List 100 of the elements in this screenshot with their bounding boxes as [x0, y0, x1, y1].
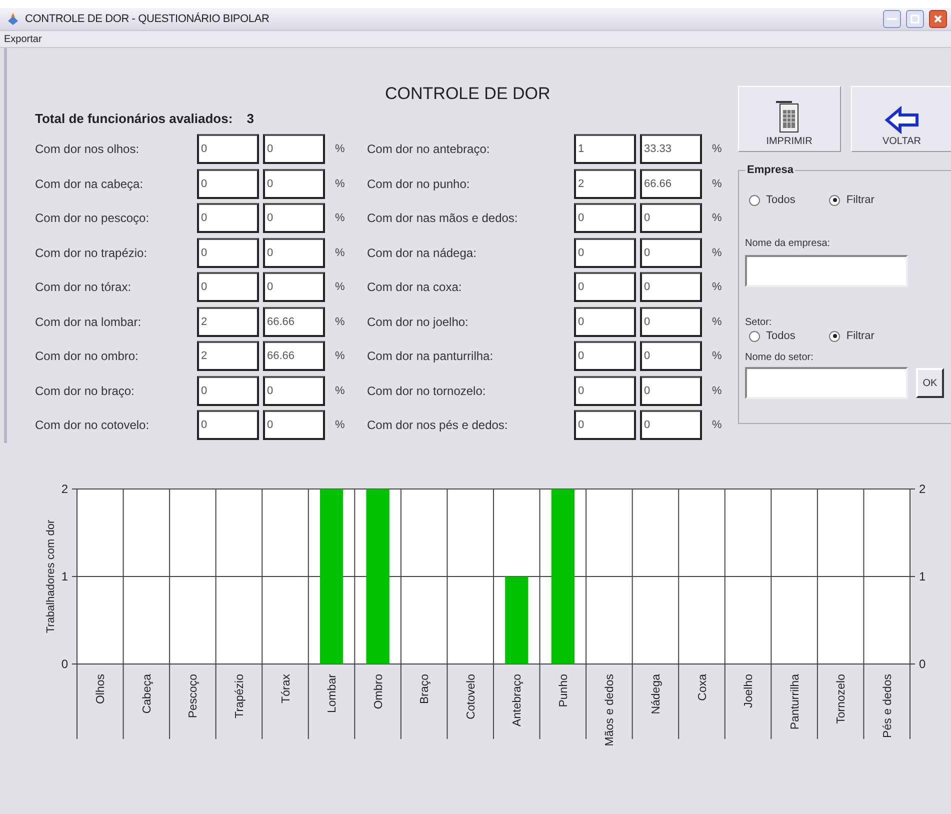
axis-label: Coxa [696, 674, 709, 700]
count-field[interactable]: 2 [574, 168, 636, 199]
percent-field[interactable]: 0 [640, 238, 702, 268]
percent-field[interactable]: 0 [640, 410, 702, 440]
count-field[interactable]: 0 [197, 134, 259, 164]
percent-sign: % [335, 178, 346, 190]
field-label: Com dor no trapézio: [35, 246, 148, 260]
field-label: Nome da empresa: [745, 238, 832, 249]
count-field[interactable]: 0 [197, 376, 259, 406]
tick-label: 1 [61, 569, 68, 583]
percent-field[interactable]: 66.66 [263, 341, 325, 372]
count-field[interactable]: 0 [574, 376, 636, 406]
percent-field[interactable]: 0 [263, 272, 325, 302]
arrow-left-icon [884, 106, 920, 134]
count-field[interactable]: 0 [197, 272, 259, 302]
axis-label: Lombar [326, 674, 339, 712]
radio-button[interactable] [749, 194, 760, 206]
page-heading: CONTROLE DE DOR [385, 84, 550, 104]
percent-sign: % [335, 419, 346, 432]
count-field[interactable]: 0 [574, 203, 636, 234]
close-button[interactable] [929, 10, 947, 28]
percent-sign: % [335, 316, 346, 328]
percent-field[interactable]: 33.33 [640, 134, 702, 164]
percent-field[interactable]: 0 [640, 376, 702, 406]
field-label: Com dor no cotovelo: [35, 418, 150, 432]
count-field[interactable]: 0 [574, 238, 636, 268]
radio-label: Filtrar [846, 194, 874, 206]
minimize-icon [887, 18, 897, 20]
field-label: Com dor no braço: [35, 384, 136, 398]
radio-button[interactable] [829, 194, 840, 206]
percent-field[interactable]: 0 [263, 410, 325, 440]
total-label: Total de funcionários avaliados: [35, 111, 233, 126]
section-label: Setor: [745, 317, 773, 328]
count-field[interactable]: 0 [197, 203, 259, 234]
total-value: 3 [246, 111, 254, 126]
axis-label: Braço [419, 674, 432, 704]
percent-field[interactable]: 0 [263, 203, 325, 234]
count-field[interactable]: 2 [197, 341, 259, 372]
radio-button[interactable] [829, 330, 840, 342]
sector-name-field[interactable] [745, 367, 908, 399]
axis-label: Antebraço [512, 674, 524, 726]
tick-label: 0 [61, 656, 68, 670]
close-icon [933, 14, 943, 24]
field-label: Com dor no pescoço: [35, 211, 150, 226]
percent-field[interactable]: 0 [263, 168, 325, 199]
percent-field[interactable]: 0 [263, 238, 325, 268]
count-field[interactable]: 0 [574, 272, 636, 302]
field-label: Com dor no antebraço: [367, 142, 491, 156]
radio-button[interactable] [749, 330, 760, 342]
percent-sign: % [712, 384, 723, 397]
tick-label: 2 [919, 482, 926, 496]
percent-sign: % [335, 246, 346, 259]
percent-sign: % [712, 246, 723, 259]
count-field[interactable]: 0 [574, 341, 636, 372]
maximize-button[interactable] [906, 10, 924, 28]
percent-field[interactable]: 0 [640, 203, 702, 234]
percent-field[interactable]: 0 [263, 134, 325, 164]
print-button[interactable]: IMPRIMIR [738, 86, 840, 152]
count-field[interactable]: 0 [574, 306, 636, 337]
company-name-field[interactable] [745, 255, 908, 287]
menu-item[interactable]: Exportar [4, 34, 42, 44]
field-label: Com dor no tórax: [35, 280, 132, 294]
count-field[interactable]: 2 [197, 306, 259, 337]
field-label: Com dor na panturrilha: [367, 349, 494, 364]
axis-label: Ombro [372, 674, 385, 709]
percent-sign: % [712, 143, 723, 156]
back-button[interactable]: VOLTAR [850, 86, 951, 152]
percent-sign: % [712, 281, 723, 294]
field-label: Nome do setor: [745, 352, 814, 363]
percent-sign: % [712, 178, 723, 190]
tick-label: 1 [919, 569, 926, 583]
percent-field[interactable]: 0 [640, 341, 702, 372]
percent-field[interactable]: 66.66 [263, 306, 325, 337]
field-label: Com dor na nádega: [367, 246, 478, 260]
tick-label: 2 [61, 482, 68, 496]
axis-label: Trapézio [234, 674, 246, 718]
ok-button[interactable]: OK [916, 368, 944, 398]
maximize-icon [910, 14, 920, 24]
axis-label: Punho [558, 674, 570, 707]
percent-sign: % [712, 316, 723, 328]
axis-label: Panturrilha [789, 674, 802, 730]
radio-label: Todos [766, 194, 796, 206]
count-field[interactable]: 0 [197, 410, 259, 440]
percent-sign: % [712, 419, 723, 432]
group-title: Empresa [746, 164, 794, 176]
count-field[interactable]: 1 [574, 134, 636, 164]
count-field[interactable]: 0 [197, 238, 259, 268]
field-label: Com dor na coxa: [367, 280, 463, 294]
field-label: Com dor na cabeça: [35, 176, 144, 191]
percent-field[interactable]: 0 [640, 272, 702, 302]
percent-field[interactable]: 66.66 [640, 168, 702, 199]
field-label: Com dor no punho: [367, 176, 471, 191]
count-field[interactable]: 0 [197, 168, 259, 199]
minimize-button[interactable] [883, 10, 901, 28]
axis-label: Mãos e dedos [604, 674, 616, 746]
axis-label: Nádega [650, 674, 662, 714]
percent-field[interactable]: 0 [263, 376, 325, 406]
axis-title: Trabalhadores com dor [45, 519, 57, 633]
count-field[interactable]: 0 [574, 410, 636, 440]
percent-field[interactable]: 0 [640, 306, 702, 337]
